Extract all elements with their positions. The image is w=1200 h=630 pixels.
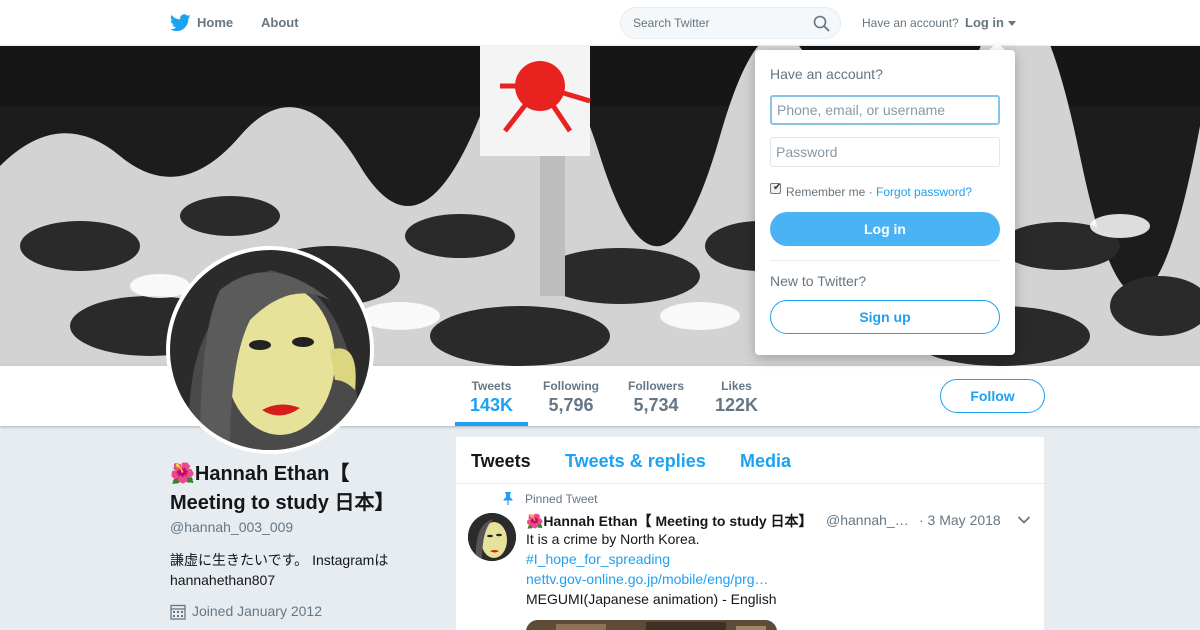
pin-icon (503, 492, 513, 505)
remember-me-label[interactable]: Remember me (786, 185, 865, 199)
login-button[interactable]: Log in (770, 212, 1000, 246)
tab-media[interactable]: Media (740, 451, 791, 472)
tab-tweets[interactable]: Tweets (471, 451, 531, 472)
tweet-avatar[interactable] (468, 513, 516, 561)
remember-separator: · (865, 185, 877, 199)
stat-value: 5,734 (633, 395, 679, 415)
stat-value: 143K (470, 395, 514, 415)
username-input[interactable] (770, 95, 1000, 125)
remember-me-checkbox[interactable]: ✔ (770, 182, 782, 194)
stat-value: 5,796 (548, 395, 594, 415)
stat-value: 122K (715, 395, 759, 415)
stat-tweets[interactable]: Tweets 143K (470, 379, 513, 416)
signup-button[interactable]: Sign up (770, 300, 1000, 334)
profile-joined-date: Joined January 2012 (192, 603, 322, 619)
tweet-date[interactable]: · 3 May 2018 (919, 512, 1001, 528)
profile-avatar[interactable] (166, 246, 374, 454)
tweet-link[interactable]: nettv.gov-online.go.jp/mobile/eng/prg… (526, 571, 769, 587)
stat-label: Following (543, 379, 599, 393)
search-icon[interactable] (813, 15, 830, 32)
tweet-avatar-image (468, 513, 516, 561)
remember-me-row: Remember me · Forgot password? (786, 185, 972, 199)
stat-following[interactable]: Following 5,796 (543, 379, 599, 416)
pinned-tweet-label: Pinned Tweet (525, 492, 598, 506)
have-account-text: Have an account? (862, 16, 959, 30)
dropdown-divider (770, 260, 1000, 261)
stat-label: Likes (721, 379, 752, 393)
tweet-text-line: It is a crime by North Korea. (526, 531, 700, 547)
tweet-author-handle[interactable]: @hannah_003_009 (826, 512, 914, 528)
profile-handle[interactable]: @hannah_003_009 (170, 519, 293, 535)
stat-followers[interactable]: Followers 5,734 (628, 379, 684, 416)
tweet-hashtag[interactable]: #I_hope_for_spreading (526, 551, 670, 567)
nav-about-link[interactable]: About (261, 15, 299, 30)
stat-likes[interactable]: Likes 122K (715, 379, 758, 416)
tweet-media-image (526, 620, 777, 630)
top-nav: Home About Search Twitter Have an accoun… (0, 0, 1200, 46)
checkbox-checked-icon: ✔ (773, 182, 782, 193)
nav-home-link[interactable]: Home (171, 15, 233, 30)
follow-button[interactable]: Follow (940, 379, 1045, 413)
new-to-twitter-text: New to Twitter? (770, 273, 867, 289)
password-input[interactable] (770, 137, 1000, 167)
timeline: Tweets Tweets & replies Media Pinned Twe… (456, 437, 1044, 630)
login-dropdown: Have an account? ✔ Remember me · Forgot … (755, 50, 1015, 355)
tweet-text-line: MEGUMI(Japanese animation) - English (526, 591, 777, 607)
tweet-author-name[interactable]: 🌺Hannah Ethan【 Meeting to study 日本】 (526, 511, 813, 531)
profile-name[interactable]: 🌺Hannah Ethan【 Meeting to study 日本】 (170, 460, 430, 518)
timeline-tabs: Tweets Tweets & replies Media (456, 437, 1044, 484)
tweet-media-preview[interactable] (526, 620, 777, 630)
stat-label: Tweets (471, 379, 512, 393)
tab-tweets-replies[interactable]: Tweets & replies (565, 451, 706, 472)
active-stat-underline (455, 422, 528, 426)
caret-down-icon[interactable] (1008, 21, 1016, 26)
stat-label: Followers (628, 379, 685, 393)
chevron-down-icon[interactable] (1017, 515, 1031, 525)
search-placeholder: Search Twitter (633, 16, 710, 30)
dropdown-title: Have an account? (770, 66, 883, 82)
search-input[interactable]: Search Twitter (620, 7, 841, 39)
profile-bio: 謙虚に生きたいです。 Instagramは hannahethan807 (170, 552, 389, 588)
login-link[interactable]: Log in (965, 15, 1004, 30)
forgot-password-link[interactable]: Forgot password? (876, 185, 972, 199)
avatar-image (170, 250, 370, 450)
